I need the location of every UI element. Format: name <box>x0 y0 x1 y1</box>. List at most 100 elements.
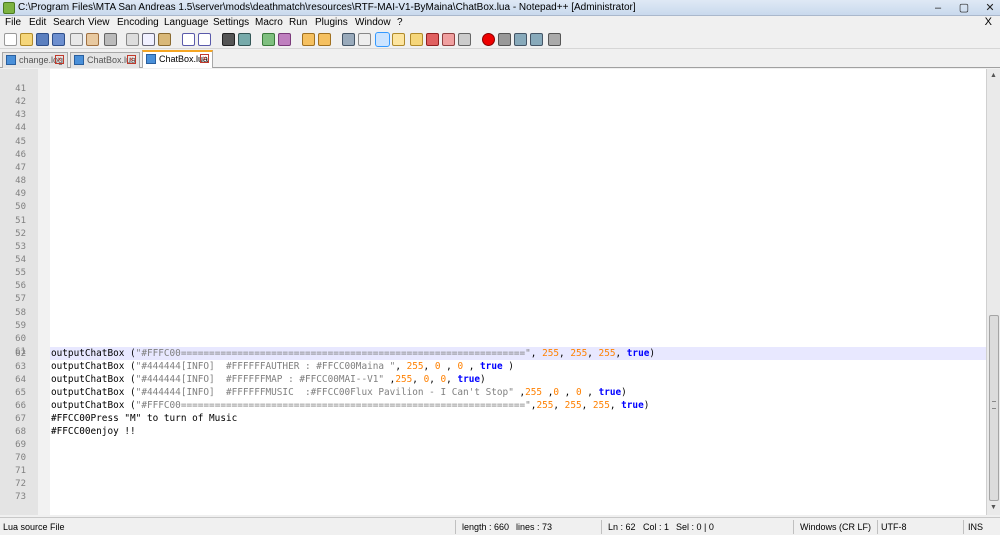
line-number: 54 <box>15 254 26 265</box>
play-macro-icon[interactable] <box>514 33 527 46</box>
scrollbar-thumb[interactable] <box>989 315 999 501</box>
tab-chatbox-lua-active[interactable]: ChatBox.lua × <box>142 50 213 68</box>
scroll-down-icon[interactable]: ▼ <box>990 504 997 511</box>
show-all-chars-icon[interactable] <box>358 33 371 46</box>
replace-icon[interactable] <box>238 33 251 46</box>
menu-settings[interactable]: Settings <box>213 17 249 28</box>
stop-macro-icon[interactable] <box>498 33 511 46</box>
copy-icon[interactable] <box>142 33 155 46</box>
menu-bar: File Edit Search View Encoding Language … <box>0 16 1000 31</box>
file-icon <box>74 55 84 65</box>
notepadpp-icon <box>3 2 15 14</box>
function-list-icon[interactable] <box>410 33 423 46</box>
tab-chatbox-lua[interactable]: ChatBox.lua × <box>70 52 140 68</box>
status-file-type: Lua source File <box>3 522 65 532</box>
monitoring-icon[interactable] <box>458 33 471 46</box>
menu-plugins[interactable]: Plugins <box>315 17 348 28</box>
line-number: 53 <box>15 241 26 252</box>
line-number: 73 <box>15 492 26 502</box>
status-divider <box>793 520 794 534</box>
line-number: 57 <box>15 294 26 305</box>
line-number: 44 <box>15 123 26 134</box>
paste-icon[interactable] <box>158 33 171 46</box>
word-wrap-icon[interactable] <box>342 33 355 46</box>
scroll-up-icon[interactable]: ▲ <box>990 72 997 79</box>
line-number: 52 <box>15 228 26 239</box>
line-number: 69 <box>15 440 26 450</box>
line-number: 62 <box>15 349 26 359</box>
editor-area[interactable]: 41 42 43 44 45 46 47 48 49 50 51 52 53 54 55 56 57 58 59 60… <box>0 69 986 515</box>
minimize-button[interactable]: – <box>932 0 944 16</box>
menu-file[interactable]: File <box>5 17 21 28</box>
record-macro-icon[interactable] <box>482 33 495 46</box>
grip-icon <box>992 401 996 409</box>
zoom-out-icon[interactable] <box>278 33 291 46</box>
code-line[interactable]: #FFCC00enjoy !! <box>51 426 136 437</box>
undo-icon[interactable] <box>182 33 195 46</box>
status-lines: lines : 73 <box>516 522 553 532</box>
code-line[interactable]: outputChatBox ("#444444[INFO] #FFFFFFAUT… <box>51 361 514 372</box>
menu-search[interactable]: Search <box>53 17 85 28</box>
line-number: 60 <box>15 333 26 344</box>
tab-close-icon[interactable]: × <box>127 55 136 64</box>
code-line[interactable]: outputChatBox ("#444444[INFO] #FFFFFFMAP… <box>51 374 486 385</box>
tab-change-log[interactable]: change.log × <box>2 52 68 68</box>
status-divider <box>601 520 602 534</box>
close-all-icon[interactable] <box>86 33 99 46</box>
line-number: 72 <box>15 479 26 489</box>
save-macro-icon[interactable] <box>548 33 561 46</box>
menu-encoding[interactable]: Encoding <box>117 17 159 28</box>
code-line[interactable]: outputChatBox ("#FFFC00=================… <box>51 400 649 411</box>
status-length: length : 660 <box>462 522 510 532</box>
find-icon[interactable] <box>222 33 235 46</box>
run-macro-multiple-icon[interactable] <box>530 33 543 46</box>
code-line[interactable]: outputChatBox ("#FFFC00=================… <box>51 348 655 359</box>
sync-vertical-icon[interactable] <box>302 33 315 46</box>
menu-run[interactable]: Run <box>289 17 307 28</box>
line-number: 50 <box>15 202 26 213</box>
language-panel-icon[interactable] <box>392 33 405 46</box>
doc-map-icon[interactable] <box>426 33 439 46</box>
code-line[interactable]: #FFCC00Press "M" to turn of Music <box>51 413 237 424</box>
status-mode: INS <box>968 522 984 532</box>
file-icon <box>146 54 156 64</box>
save-all-icon[interactable] <box>52 33 65 46</box>
print-icon[interactable] <box>104 33 117 46</box>
status-ln: Ln : 62 <box>608 522 636 532</box>
status-sel: Sel : 0 | 0 <box>676 522 714 532</box>
status-col: Col : 1 <box>643 522 670 532</box>
indent-guide-icon[interactable] <box>375 32 390 47</box>
line-number: 56 <box>15 281 26 292</box>
code-line[interactable]: outputChatBox ("#444444[INFO] #FFFFFFMUS… <box>51 387 627 398</box>
status-divider <box>455 520 456 534</box>
cut-icon[interactable] <box>126 33 139 46</box>
tab-close-icon[interactable]: × <box>55 55 64 64</box>
fold-margin[interactable] <box>38 69 50 515</box>
maximize-button[interactable]: ▢ <box>958 0 970 16</box>
menu-help[interactable]: ? <box>397 17 403 28</box>
menu-window[interactable]: Window <box>355 17 391 28</box>
status-eol: Windows (CR LF) <box>800 522 872 532</box>
close-document-button[interactable]: X <box>985 16 992 28</box>
menu-view[interactable]: View <box>88 17 110 28</box>
open-file-icon[interactable] <box>20 33 33 46</box>
sync-horizontal-icon[interactable] <box>318 33 331 46</box>
line-number: 49 <box>15 189 26 200</box>
vertical-scrollbar[interactable]: ▲ ▼ <box>986 69 1000 515</box>
save-icon[interactable] <box>36 33 49 46</box>
redo-icon[interactable] <box>198 33 211 46</box>
toolbar <box>0 31 1000 49</box>
new-file-icon[interactable] <box>4 33 17 46</box>
window-title: C:\Program Files\MTA San Andreas 1.5\ser… <box>18 2 636 13</box>
menu-edit[interactable]: Edit <box>29 17 46 28</box>
line-number: 71 <box>15 466 26 476</box>
line-number: 51 <box>15 215 26 226</box>
zoom-in-icon[interactable] <box>262 33 275 46</box>
tab-close-icon[interactable]: × <box>200 54 209 63</box>
folder-workspace-icon[interactable] <box>442 33 455 46</box>
menu-language[interactable]: Language <box>164 17 209 28</box>
close-file-icon[interactable] <box>70 33 83 46</box>
line-number: 64 <box>15 375 26 385</box>
close-window-button[interactable]: ✕ <box>984 0 996 16</box>
menu-macro[interactable]: Macro <box>255 17 283 28</box>
